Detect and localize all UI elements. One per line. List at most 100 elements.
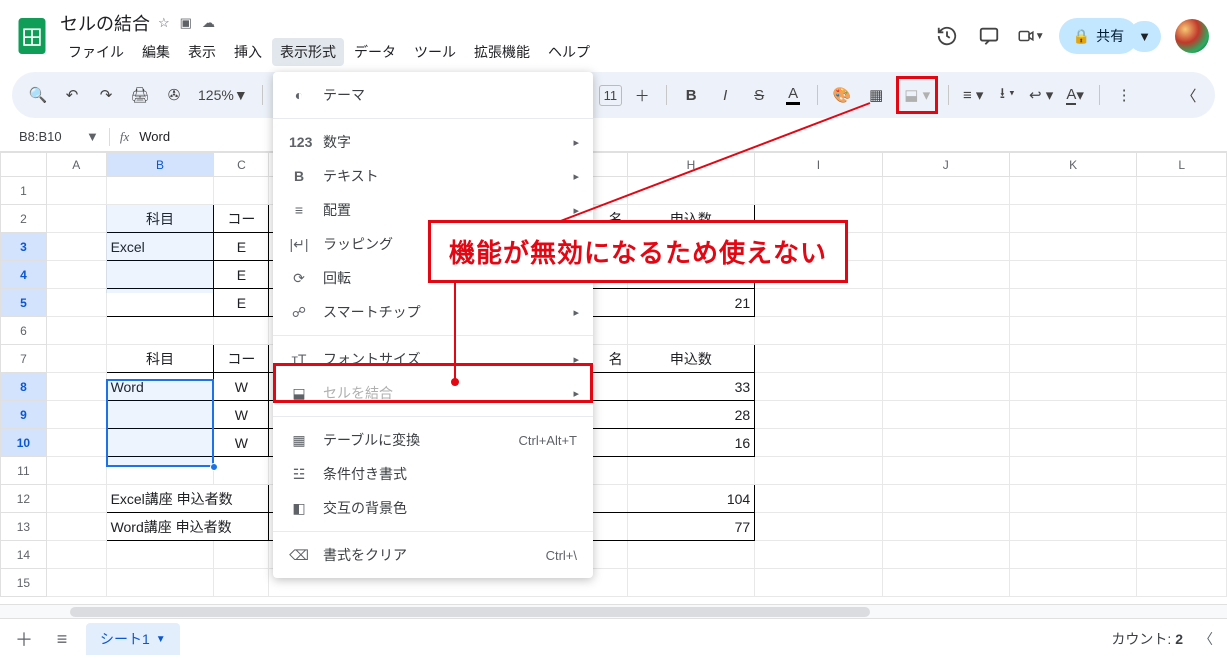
- merge-cells-button[interactable]: ⬓ ▾: [903, 81, 931, 109]
- cell-H13[interactable]: 77: [627, 513, 755, 541]
- search-icon[interactable]: 🔍: [24, 81, 52, 109]
- dd-number[interactable]: 123数字: [273, 125, 593, 159]
- cell-B9[interactable]: [106, 401, 214, 429]
- bold-button[interactable]: B: [677, 81, 705, 109]
- menu-file[interactable]: ファイル: [60, 38, 132, 66]
- font-size-inc[interactable]: ＋: [628, 81, 656, 109]
- col-K[interactable]: K: [1009, 153, 1136, 177]
- cell-B5[interactable]: [106, 289, 214, 317]
- row-10[interactable]: 10: [1, 429, 47, 457]
- cell-B10[interactable]: [106, 429, 214, 457]
- col-I[interactable]: I: [755, 153, 882, 177]
- dd-text[interactable]: Bテキスト: [273, 159, 593, 193]
- row-2[interactable]: 2: [1, 205, 47, 233]
- more-button[interactable]: ⋮: [1110, 81, 1138, 109]
- menu-insert[interactable]: 挿入: [226, 38, 270, 66]
- add-sheet-button[interactable]: ＋: [10, 625, 38, 653]
- avatar[interactable]: [1175, 19, 1209, 53]
- cell-B3[interactable]: Excel: [106, 233, 214, 261]
- cell-B2[interactable]: 科目: [106, 205, 214, 233]
- comment-icon[interactable]: [975, 22, 1003, 50]
- status-count[interactable]: カウント: 2: [1111, 629, 1183, 649]
- sheet-tab-1[interactable]: シート1 ▼: [86, 623, 180, 655]
- cell-B12[interactable]: Excel講座 申込者数: [106, 485, 269, 513]
- menu-view[interactable]: 表示: [180, 38, 224, 66]
- col-J[interactable]: J: [882, 153, 1009, 177]
- cell-C5[interactable]: E: [214, 289, 269, 317]
- print-button[interactable]: 🖨: [126, 81, 154, 109]
- star-icon[interactable]: ☆: [158, 15, 170, 31]
- col-H[interactable]: H: [627, 153, 755, 177]
- strike-button[interactable]: S: [745, 81, 773, 109]
- cell-B13[interactable]: Word講座 申込者数: [106, 513, 269, 541]
- dd-table[interactable]: ▦テーブルに変換Ctrl+Alt+T: [273, 423, 593, 457]
- col-B[interactable]: B: [106, 153, 214, 177]
- all-sheets-button[interactable]: ≡: [48, 625, 76, 653]
- menu-tools[interactable]: ツール: [406, 38, 464, 66]
- dd-smartchip[interactable]: ☍スマートチップ: [273, 295, 593, 329]
- row-13[interactable]: 13: [1, 513, 47, 541]
- menu-format[interactable]: 表示形式: [272, 38, 344, 66]
- history-icon[interactable]: [933, 22, 961, 50]
- col-C[interactable]: C: [214, 153, 269, 177]
- fill-color-button[interactable]: 🎨: [828, 81, 856, 109]
- cell-H8[interactable]: 33: [627, 373, 755, 401]
- italic-button[interactable]: I: [711, 81, 739, 109]
- col-A[interactable]: A: [46, 153, 106, 177]
- cell-H7[interactable]: 申込数: [627, 345, 755, 373]
- row-4[interactable]: 4: [1, 261, 47, 289]
- doc-title[interactable]: セルの結合: [60, 10, 150, 36]
- cell-C2[interactable]: コー: [214, 205, 269, 233]
- name-box-dropdown-icon[interactable]: ▼: [86, 129, 99, 144]
- row-8[interactable]: 8: [1, 373, 47, 401]
- cell-B7[interactable]: 科目: [106, 345, 214, 373]
- row-12[interactable]: 12: [1, 485, 47, 513]
- collapse-toolbar-button[interactable]: 〈: [1175, 81, 1203, 109]
- cell-C4[interactable]: E: [214, 261, 269, 289]
- menu-data[interactable]: データ: [346, 38, 404, 66]
- row-6[interactable]: 6: [1, 317, 47, 345]
- row-7[interactable]: 7: [1, 345, 47, 373]
- cell-C8[interactable]: W: [214, 373, 269, 401]
- redo-button[interactable]: ↷: [92, 81, 120, 109]
- cloud-icon[interactable]: ☁: [202, 15, 215, 31]
- row-3[interactable]: 3: [1, 233, 47, 261]
- dd-theme[interactable]: ◐テーマ: [273, 78, 593, 112]
- cell-C3[interactable]: E: [214, 233, 269, 261]
- text-color-button[interactable]: A: [779, 81, 807, 109]
- rotate-button[interactable]: A ▾: [1061, 81, 1089, 109]
- move-icon[interactable]: ▣: [180, 15, 192, 31]
- undo-button[interactable]: ↶: [58, 81, 86, 109]
- cell-H10[interactable]: 16: [627, 429, 755, 457]
- col-L[interactable]: L: [1137, 153, 1227, 177]
- menu-edit[interactable]: 編集: [134, 38, 178, 66]
- dd-fontsize[interactable]: тTフォントサイズ: [273, 342, 593, 376]
- valign-button[interactable]: ⭳ ▾: [993, 81, 1021, 109]
- cell-C9[interactable]: W: [214, 401, 269, 429]
- horizontal-scrollbar[interactable]: [0, 604, 1227, 618]
- explore-chevron-icon[interactable]: 〈: [1195, 625, 1217, 653]
- row-11[interactable]: 11: [1, 457, 47, 485]
- borders-button[interactable]: ▦: [862, 81, 890, 109]
- row-14[interactable]: 14: [1, 541, 47, 569]
- select-all-cell[interactable]: [1, 153, 47, 177]
- dd-condfmt[interactable]: ☳条件付き書式: [273, 457, 593, 491]
- wrap-button[interactable]: ↩ ▾: [1027, 81, 1055, 109]
- row-1[interactable]: 1: [1, 177, 47, 205]
- cell-B8[interactable]: Word: [106, 373, 214, 401]
- cell-H9[interactable]: 28: [627, 401, 755, 429]
- dd-altcolor[interactable]: ◧交互の背景色: [273, 491, 593, 525]
- cell-H12[interactable]: 104: [627, 485, 755, 513]
- cell-C7[interactable]: コー: [214, 345, 269, 373]
- halign-button[interactable]: ≡ ▾: [959, 81, 987, 109]
- meet-icon[interactable]: ▼: [1017, 22, 1045, 50]
- cell-H5[interactable]: 21: [627, 289, 755, 317]
- cell-C10[interactable]: W: [214, 429, 269, 457]
- paint-format-button[interactable]: ✇: [160, 81, 188, 109]
- row-15[interactable]: 15: [1, 569, 47, 597]
- zoom-select[interactable]: 125% ▼: [194, 81, 252, 109]
- name-box[interactable]: B8:B10: [12, 126, 82, 147]
- row-9[interactable]: 9: [1, 401, 47, 429]
- share-button[interactable]: 🔒 共有: [1059, 18, 1138, 54]
- menu-extensions[interactable]: 拡張機能: [466, 38, 538, 66]
